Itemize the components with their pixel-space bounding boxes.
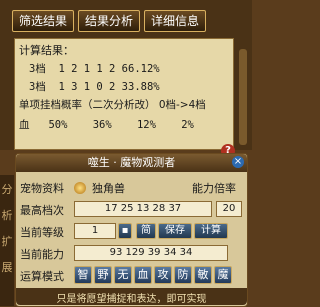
result-row: 3档 1 2 1 1 2 66.12% [29, 63, 160, 75]
result-header: 计算结果： [19, 44, 74, 57]
result-row: 3档 1 3 1 0 2 33.88% [29, 81, 160, 93]
probability-row: 血 50% 36% 12% 2% [19, 119, 194, 131]
multiplier-input[interactable]: 20 [216, 201, 242, 217]
mode-button[interactable]: 无 [114, 266, 132, 284]
current-level-label: 当前等级 [20, 226, 64, 239]
side-tab-char: 析 [1, 209, 13, 222]
calculate-button[interactable]: 计算 [194, 223, 228, 239]
mode-button[interactable]: 敏 [194, 266, 212, 284]
pet-calculator-dialog: 噬生 · 魔物观测者 × 宠物资料 独角兽 能力倍率 最高档次 17 25 13… [15, 153, 248, 307]
pet-icon [74, 182, 86, 194]
level-input[interactable]: 1 [74, 223, 116, 239]
ability-values: 93 129 39 34 34 [74, 245, 228, 261]
dialog-title: 噬生 · 魔物观测者 [16, 154, 247, 172]
side-tab-char: 展 [1, 261, 13, 274]
pet-name: 独角兽 [92, 182, 125, 195]
mode-button[interactable]: 防 [174, 266, 192, 284]
side-tab-strip[interactable]: 分 析 扩 展 [0, 175, 14, 306]
mode-button[interactable]: 智 [74, 266, 92, 284]
save-button[interactable]: 保存 [158, 223, 192, 239]
tab-details[interactable]: 详细信息 [144, 10, 207, 32]
level-step-button[interactable]: ▪ [118, 223, 132, 239]
calc-mode-buttons: 智 野 无 血 攻 防 敏 魔 [74, 266, 232, 284]
current-ability-label: 当前能力 [20, 248, 64, 261]
tab-filter-results[interactable]: 筛选结果 [12, 10, 75, 32]
close-icon[interactable]: × [232, 156, 244, 168]
mode-button[interactable]: 野 [94, 266, 112, 284]
pet-data-label: 宠物资料 [20, 182, 64, 195]
max-tier-label: 最高档次 [20, 204, 64, 217]
result-panel: 计算结果： 3档 1 2 1 1 2 66.12% 3档 1 3 1 0 2 3… [14, 38, 247, 150]
mode-button[interactable]: 血 [134, 266, 152, 284]
probability-title: 单项挂档概率（二次分析改） 0档->4档 [19, 99, 206, 111]
mode-button[interactable]: 攻 [154, 266, 172, 284]
max-tier-input[interactable]: 17 25 13 28 37 [74, 201, 212, 217]
side-tab-char: 分 [1, 183, 13, 196]
result-tabs: 筛选结果 结果分析 详细信息 [12, 10, 207, 32]
simple-button[interactable]: 简 [136, 223, 156, 239]
calc-mode-label: 运算模式 [20, 270, 64, 283]
ability-multiplier-label: 能力倍率 [192, 182, 236, 195]
tab-result-analysis[interactable]: 结果分析 [78, 10, 141, 32]
result-scrollbar[interactable] [239, 49, 247, 145]
side-tab-char: 扩 [1, 235, 13, 248]
footer-text: 只是将愿望捕捉和表达，即可实现 [56, 294, 207, 305]
mode-button[interactable]: 魔 [214, 266, 232, 284]
